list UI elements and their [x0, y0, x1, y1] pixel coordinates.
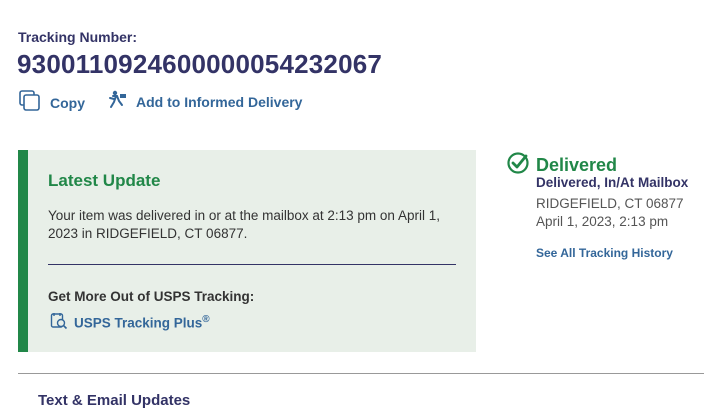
- latest-update-title: Latest Update: [48, 171, 161, 190]
- status-subtitle: Delivered, In/At Mailbox: [536, 175, 689, 190]
- informed-delivery-label: Add to Informed Delivery: [136, 93, 303, 110]
- usps-tracking-plus-link[interactable]: USPS Tracking Plus®: [50, 312, 210, 333]
- registered-mark: ®: [202, 314, 210, 326]
- tracking-number-label: Tracking Number:: [18, 29, 138, 45]
- copy-button[interactable]: Copy: [18, 90, 85, 115]
- tracking-plus-label: USPS Tracking Plus: [74, 315, 203, 331]
- tracking-number: 9300110924600000054232067: [17, 49, 383, 79]
- get-more-label: Get More Out of USPS Tracking:: [48, 289, 255, 304]
- latest-update-panel: Latest Update Your item was delivered in…: [18, 150, 476, 352]
- delivery-datetime: April 1, 2023, 2:13 pm: [536, 214, 669, 229]
- latest-update-text: Your item was delivered in or at the mai…: [48, 208, 440, 241]
- copy-label: Copy: [50, 94, 85, 111]
- status-title: Delivered: [536, 155, 618, 175]
- mail-carrier-icon: [108, 90, 128, 113]
- text-email-updates-heading[interactable]: Text & Email Updates: [38, 392, 190, 409]
- panel-divider: [48, 264, 456, 265]
- tracking-plus-icon: [50, 312, 68, 333]
- see-all-tracking-history-link[interactable]: See All Tracking History: [536, 246, 673, 260]
- add-to-informed-delivery-button[interactable]: Add to Informed Delivery: [108, 90, 302, 113]
- status-accent-bar: [18, 150, 28, 352]
- check-circle-icon: [506, 151, 530, 180]
- delivery-location: RIDGEFIELD, CT 06877: [536, 196, 684, 211]
- section-divider: [18, 373, 704, 374]
- copy-icon: [18, 90, 42, 115]
